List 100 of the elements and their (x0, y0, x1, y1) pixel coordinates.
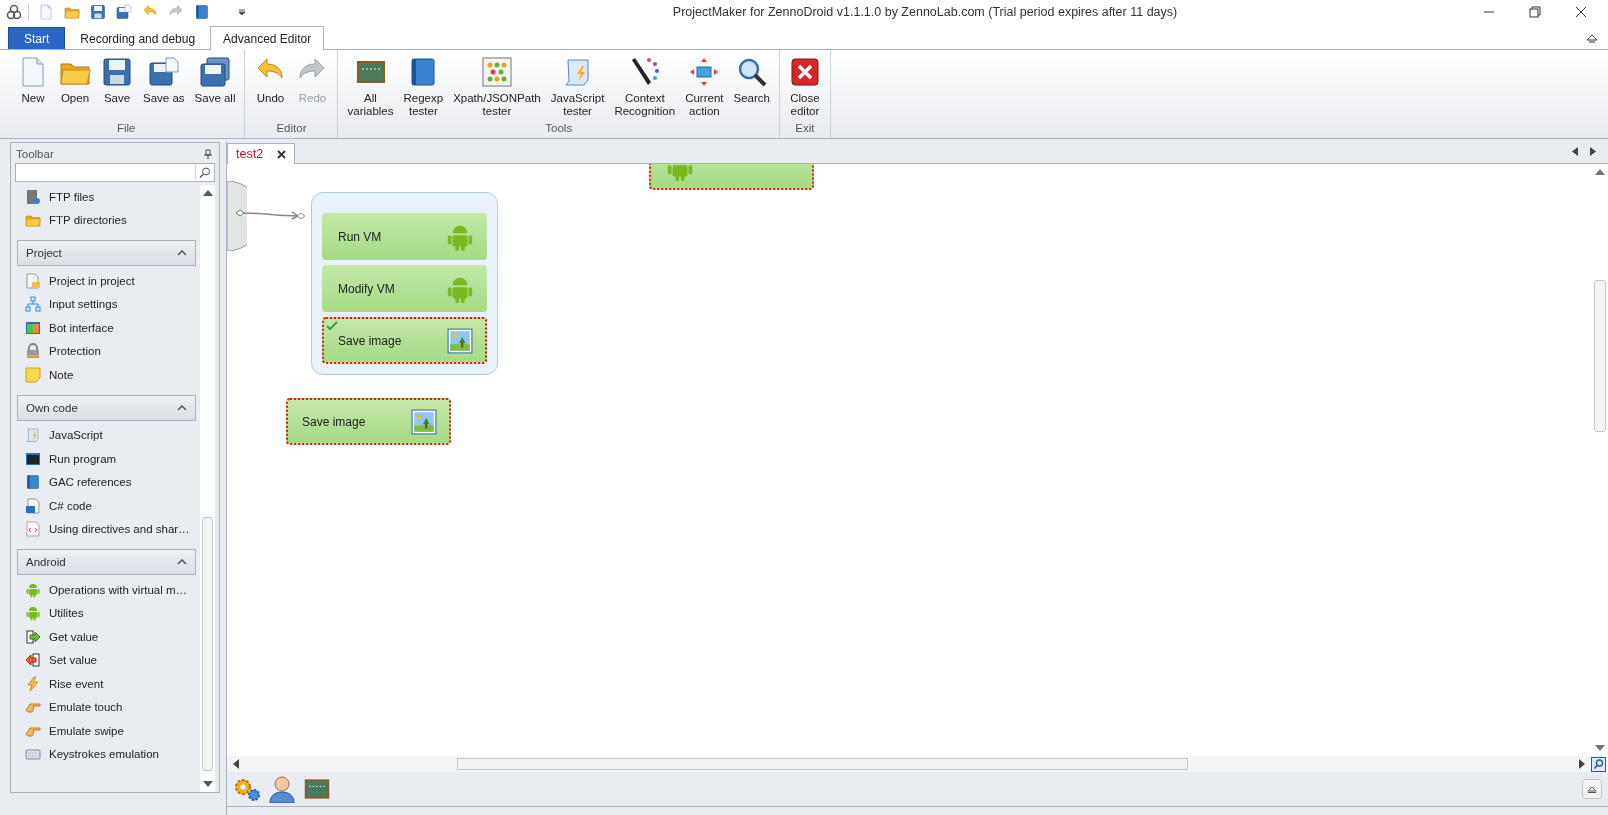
lightning-icon (25, 675, 41, 692)
toolbar-item[interactable]: Protection (17, 339, 196, 363)
floppy-disks-icon (116, 4, 132, 20)
android-robot-icon (25, 581, 41, 598)
keyboard-icon (25, 746, 41, 763)
window-title: ProjectMaker for ZennoDroid v1.1.1.0 by ZennoLab.com (Trial period expires after 11 days) (671, 5, 1179, 19)
toolbar-item[interactable]: Get value (17, 625, 196, 649)
close-icon (788, 56, 821, 88)
caret-up-icon (1587, 785, 1597, 793)
ribbon-tab[interactable]: Recording and debug (67, 27, 209, 49)
toolbar-item[interactable]: Rise event (17, 672, 196, 696)
scroll-left-icon[interactable] (1572, 147, 1578, 156)
start-node[interactable] (227, 181, 247, 251)
zoom-icon[interactable] (1591, 756, 1606, 772)
action-node[interactable]: Run VM (322, 213, 487, 260)
scroll-up-icon[interactable] (1595, 169, 1605, 175)
action-node[interactable]: Save image (322, 317, 487, 364)
toolbar-item[interactable]: JavaScript (17, 423, 196, 447)
toolbar-item[interactable]: Using directives and shar… (17, 517, 196, 541)
scroll-right-icon[interactable] (1579, 759, 1585, 769)
document-icon (38, 4, 54, 20)
node-label: Run VM (338, 229, 382, 244)
ribbon-button[interactable]: Regexp tester (398, 56, 449, 122)
node-label: Modify VM (338, 281, 395, 296)
scrollbar-thumb[interactable] (457, 758, 1188, 770)
ribbon-button[interactable]: All variables (342, 56, 399, 122)
toolbar-item[interactable]: Input settings (17, 292, 196, 316)
ribbon-button[interactable]: Save (96, 56, 138, 122)
ribbon-button[interactable]: JavaScript tester (545, 56, 610, 122)
arrow-into-box-icon (25, 628, 41, 645)
restore-icon[interactable] (1529, 6, 1541, 18)
toolbar-item[interactable]: C# code (17, 494, 196, 518)
ribbon-button[interactable]: Xpath/JSONPath tester (448, 56, 546, 122)
ribbon-group-label: Editor (275, 122, 308, 136)
scrollbar-thumb[interactable] (202, 517, 213, 772)
toolbar-item[interactable]: Keystrokes emulation (17, 742, 196, 766)
toolbar-item[interactable]: Emulate swipe (17, 719, 196, 743)
start-menu-tab[interactable]: Start (8, 27, 66, 49)
node-group[interactable]: Run VM Modify VM Save image (311, 192, 498, 375)
expand-panel-button[interactable] (1582, 779, 1602, 799)
category-header[interactable]: Android (17, 549, 196, 575)
scroll-left-icon[interactable] (233, 759, 239, 769)
toolbar-item[interactable]: Note (17, 363, 196, 387)
server-icon (25, 188, 41, 205)
ribbon-button[interactable]: Context Recognition (609, 56, 681, 122)
user-button[interactable] (269, 775, 295, 803)
close-icon[interactable] (1575, 6, 1587, 18)
category-header[interactable]: Own code (17, 394, 196, 421)
floppy-disks-icon (147, 56, 180, 88)
picture-icon (447, 327, 473, 354)
toolbar-item[interactable]: FTP directories (17, 208, 196, 232)
ribbon-button[interactable]: Undo (249, 56, 292, 122)
ribbon-group-label: Exit (794, 122, 816, 136)
scroll-down-icon[interactable] (1595, 745, 1605, 751)
collapse-ribbon-icon[interactable] (1586, 33, 1598, 43)
book-icon (25, 474, 41, 491)
pin-icon[interactable] (203, 149, 213, 159)
toolbar-item[interactable]: Set value (17, 648, 196, 672)
category-header[interactable]: Project (17, 240, 196, 266)
toolbar-item[interactable]: Bot interface (17, 316, 196, 340)
gears-button[interactable] (233, 776, 261, 802)
toolbar-item[interactable]: Utilites (17, 601, 196, 625)
toolbar-item[interactable]: Operations with virtual m… (17, 578, 196, 602)
user-silhouette-icon (269, 775, 295, 803)
scrollbar-thumb[interactable] (1594, 280, 1606, 432)
customize-dropdown-icon[interactable] (237, 7, 247, 17)
quick-access-button[interactable] (113, 2, 135, 22)
hierarchy-icon (25, 296, 41, 313)
folder-icon (25, 212, 41, 229)
padlock-icon (25, 343, 41, 360)
toolbar-item[interactable]: FTP files (17, 185, 196, 209)
ribbon-button[interactable]: Search (728, 56, 775, 122)
action-node[interactable]: Save image (286, 398, 451, 445)
document-tab[interactable]: test2 (227, 143, 296, 164)
close-icon[interactable] (277, 149, 287, 159)
scroll-down-icon[interactable] (202, 781, 213, 787)
toolbar-item[interactable]: Emulate touch (17, 695, 196, 719)
gears-icon (233, 776, 261, 802)
toolbar-item[interactable]: GAC references (17, 470, 196, 494)
toolbar-item[interactable]: Run program (17, 447, 196, 471)
ribbon-button[interactable]: Current action (680, 56, 729, 122)
panel-title: Toolbar (16, 148, 54, 160)
ribbon-tab[interactable]: Advanced Editor (210, 26, 325, 50)
chevron-up-icon (177, 404, 187, 411)
ribbon-button[interactable]: New (12, 56, 54, 122)
dot-grid-icon (480, 56, 513, 88)
search-field[interactable] (15, 163, 215, 182)
chevron-up-icon (177, 559, 187, 565)
ribbon-button[interactable]: Save as (138, 56, 190, 122)
scroll-right-icon[interactable] (1590, 147, 1596, 156)
scroll-lightning-icon (25, 427, 41, 444)
action-node[interactable]: Modify VM (322, 265, 487, 312)
color-window-icon (25, 319, 41, 336)
scroll-up-icon[interactable] (202, 190, 213, 196)
ribbon-button[interactable]: Save all (189, 56, 241, 122)
code-file-icon (25, 497, 41, 514)
ribbon-button[interactable]: Close editor (783, 56, 826, 122)
ribbon-button[interactable]: Open (54, 56, 96, 122)
connector-arrow (236, 209, 306, 221)
toolbar-item[interactable]: Project in project (17, 269, 196, 293)
